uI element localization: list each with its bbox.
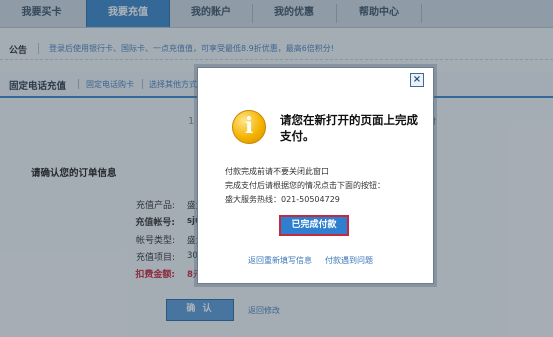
dialog-line-2: 完成支付后请根据您的情况点击下面的按钮：: [225, 181, 385, 190]
info-icon: i: [232, 110, 266, 144]
payment-done-button[interactable]: 已完成付款: [279, 215, 349, 236]
payment-problem-link[interactable]: 付款遇到问题: [325, 255, 373, 266]
dialog-line-3: 盛大服务热线：021-50504729: [225, 195, 340, 204]
dialog-heading: 请您在新打开的页面上完成支付。: [280, 113, 418, 143]
refill-info-link[interactable]: 返回重新填写信息: [248, 255, 312, 266]
payment-dialog: × i 请您在新打开的页面上完成支付。 付款完成前请不要关闭此窗口 完成支付后请…: [197, 67, 434, 284]
close-icon[interactable]: ×: [410, 73, 424, 87]
info-icon-glyph: i: [244, 113, 254, 139]
dialog-line-1: 付款完成前请不要关闭此窗口: [225, 167, 329, 176]
